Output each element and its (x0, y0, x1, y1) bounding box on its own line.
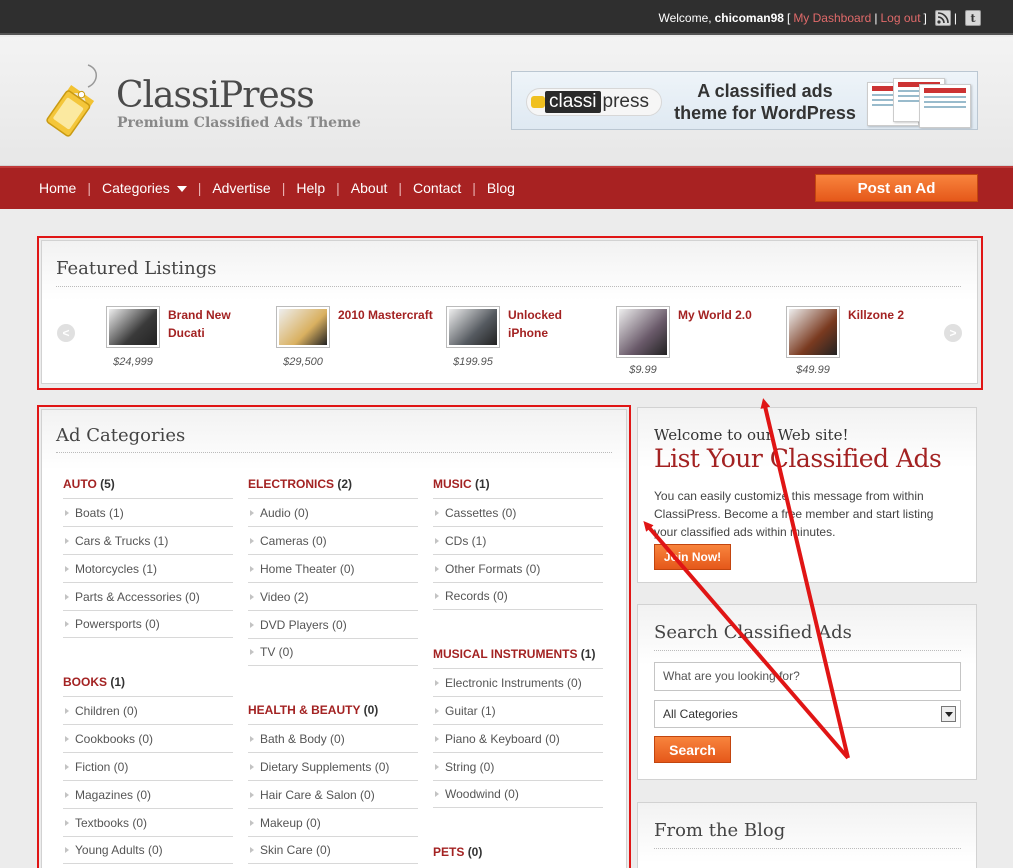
nav-advertise[interactable]: Advertise (212, 180, 270, 196)
category-select[interactable]: All Categories (654, 700, 961, 728)
tumblr-icon[interactable]: t (965, 10, 981, 26)
separator: | (874, 11, 878, 25)
site-header: ClassiPress Premium Classified Ads Theme… (0, 37, 1013, 166)
separator: | (953, 11, 957, 25)
nav-contact[interactable]: Contact (413, 180, 461, 196)
welcome-heading: Welcome to our Web site! (654, 426, 849, 444)
price-tag-icon[interactable] (36, 61, 106, 144)
nav-blog[interactable]: Blog (487, 180, 515, 196)
user-welcome-bar: Welcome, chicoman98 [ My Dashboard | Log… (658, 10, 981, 26)
chevron-down-icon[interactable] (941, 706, 956, 722)
welcome-message: You can easily customize this message fr… (654, 489, 934, 539)
search-title: Search Classified Ads (654, 622, 852, 643)
join-now-button[interactable]: Join Now! (654, 544, 731, 570)
post-an-ad-button[interactable]: Post an Ad (815, 174, 978, 202)
annotation-box-featured (37, 236, 983, 390)
top-bar: Welcome, chicoman98 [ My Dashboard | Log… (0, 0, 1013, 35)
nav-categories[interactable]: Categories (102, 180, 187, 196)
banner-screenshots-image (863, 74, 973, 129)
tag-icon (531, 96, 545, 108)
logout-link[interactable]: Log out (880, 11, 920, 25)
welcome-headline: List Your Classified Ads (654, 444, 942, 473)
rss-icon[interactable] (934, 10, 951, 26)
chevron-down-icon (176, 185, 187, 192)
blog-title: From the Blog (654, 820, 786, 841)
nav-about[interactable]: About (351, 180, 388, 196)
my-dashboard-link[interactable]: My Dashboard (793, 11, 871, 25)
nav-help[interactable]: Help (296, 180, 325, 196)
banner-headline: A classified ads theme for WordPress (674, 81, 856, 123)
site-tagline: Premium Classified Ads Theme (117, 115, 361, 131)
welcome-label: Welcome, (658, 11, 712, 25)
site-logo-title[interactable]: ClassiPress (116, 75, 315, 116)
bracket-open: [ (786, 11, 791, 25)
search-input[interactable]: What are you looking for? (654, 662, 961, 691)
search-button[interactable]: Search (654, 736, 731, 763)
annotation-box-categories (37, 405, 631, 868)
classipress-banner-ad[interactable]: classi press A classified ads theme for … (511, 71, 978, 130)
bracket-close: ] (923, 11, 927, 25)
nav-home[interactable]: Home (39, 180, 76, 196)
banner-logo: classi press (526, 88, 662, 116)
username: chicoman98 (714, 11, 784, 25)
